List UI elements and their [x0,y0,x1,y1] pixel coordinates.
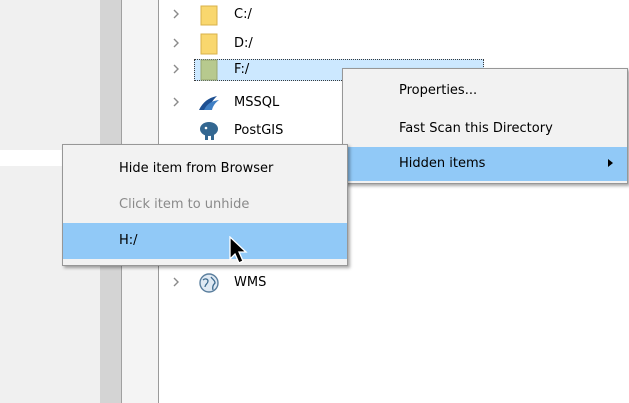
folder-icon [200,5,218,26]
menu-item-fast-scan[interactable]: Fast Scan this Directory [343,113,627,145]
menu-item-properties[interactable]: Properties... [343,75,627,107]
postgis-elephant-icon [200,122,218,140]
context-menu: Properties... Fast Scan this Directory H… [342,68,628,184]
mouse-cursor-icon [229,236,248,264]
menu-item-click-to-unhide: Click item to unhide [63,189,347,221]
chevron-right-icon[interactable] [170,274,182,290]
menu-item-label: Click item to unhide [119,197,250,212]
menu-item-label: Fast Scan this Directory [399,121,553,136]
menu-item-hide-from-browser[interactable]: Hide item from Browser [63,153,347,185]
menu-item-label: H:/ [119,233,138,248]
globe-icon [199,273,219,293]
drive-icon [200,59,218,81]
tree-item-d-drive[interactable]: D:/ [166,33,486,55]
menu-item-label: Properties... [399,83,478,98]
menu-item-label: Hide item from Browser [119,161,274,176]
menu-item-label: Hidden items [399,156,486,171]
tree-item-label: PostGIS [234,123,284,138]
chevron-right-icon[interactable] [170,61,182,77]
submenu-arrow-icon [608,159,613,167]
tree-item-label: D:/ [234,36,253,51]
chevron-right-icon[interactable] [170,94,182,110]
tree-item-c-drive[interactable]: C:/ [166,4,486,26]
chevron-right-icon[interactable] [170,35,182,51]
tree-item-label: C:/ [234,7,252,22]
tree-item-wms[interactable]: WMS [166,272,486,294]
tree-item-label: F:/ [234,62,250,77]
menu-item-h-drive[interactable]: H:/ [63,223,347,259]
menu-item-hidden-items[interactable]: Hidden items [343,147,627,181]
tree-item-label: MSSQL [234,95,280,110]
folder-icon [200,33,218,55]
tree-item-label: WMS [234,275,267,290]
mssql-icon [199,96,219,110]
chevron-right-icon[interactable] [170,6,182,22]
hidden-items-submenu: Hide item from Browser Click item to unh… [62,144,348,266]
